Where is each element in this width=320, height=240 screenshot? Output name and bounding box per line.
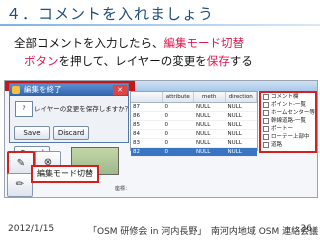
pencil-icon[interactable]: ✏ xyxy=(7,173,33,197)
table-cell: 87 xyxy=(133,104,140,110)
instruction-highlight-edit-mode: 編集モード切替 xyxy=(163,36,245,50)
layer-item[interactable]: ホームセンター等 xyxy=(261,109,315,117)
layer-checkbox[interactable] xyxy=(263,101,269,108)
instruction-part1: 全部コメントを入力したら、 xyxy=(14,36,164,50)
layer-label: ポイント-一覧 xyxy=(271,102,306,108)
layer-item[interactable]: 幹線道路-一覧 xyxy=(261,117,315,125)
attribute-table: attribute meth direction 87 0 NULL NULL 86 0… xyxy=(130,91,258,157)
layer-checkbox[interactable] xyxy=(263,93,269,100)
column-header[interactable]: direction xyxy=(226,92,257,102)
layer-checkbox[interactable] xyxy=(263,133,269,140)
table-cell: NULL xyxy=(227,113,242,119)
save-button[interactable]: Save xyxy=(14,126,50,140)
save-edits-dialog: 編集を終了 ✕ ? レイヤーの変更を保存しますか？ SaveDiscardCan… xyxy=(9,83,132,160)
slide-footer: 2012/1/15 「OSM 研修会 in 河内長野」 南河内地域 OSM 連絡… xyxy=(0,224,320,238)
layer-label: 道路 xyxy=(271,142,283,148)
table-row[interactable]: 85 0 NULL NULL xyxy=(131,121,257,130)
question-icon: ? xyxy=(15,101,33,117)
layer-label: ホームセンター等 xyxy=(271,110,315,116)
table-cell: NULL xyxy=(227,140,242,146)
table-cell: NULL xyxy=(196,140,211,146)
layer-item[interactable]: 道路 xyxy=(261,141,315,149)
layer-label: コメント欄 xyxy=(271,94,299,100)
table-cell: NULL xyxy=(196,122,211,128)
layer-label: ポートー xyxy=(271,126,294,132)
layer-checkbox[interactable] xyxy=(263,117,269,124)
layer-checkbox[interactable] xyxy=(263,141,269,148)
instruction-highlight-save: 保存 xyxy=(206,54,230,68)
table-cell: NULL xyxy=(196,104,211,110)
instruction-highlight-button: ボタン xyxy=(24,54,59,68)
app-screenshot: attribute meth direction 87 0 NULL NULL 86 0… xyxy=(4,80,318,198)
dialog-message-row: ? レイヤーの変更を保存しますか？ xyxy=(10,96,132,118)
title-underline xyxy=(0,24,320,26)
layer-checkbox[interactable] xyxy=(263,109,269,116)
pencil-icon xyxy=(12,86,20,94)
table-cell: 0 xyxy=(164,104,169,110)
edit-mode-callout: 編集モード切替 xyxy=(31,165,99,183)
page-number: 36 xyxy=(300,224,312,234)
table-row[interactable]: 83 0 NULL NULL xyxy=(131,139,257,148)
layer-item[interactable]: ポイント-一覧 xyxy=(261,101,315,109)
instruction-part2: を押して、レイヤーの変更を xyxy=(58,54,207,68)
table-cell: 84 xyxy=(133,131,140,137)
layer-panel: コメント欄 ポイント-一覧 ホームセンター等 幹線道路-一覧 ポートー ローテー… xyxy=(259,91,317,153)
table-row-selected[interactable]: 82 0 NULL NULL xyxy=(131,148,257,157)
table-cell: NULL xyxy=(196,131,211,137)
column-header[interactable]: meth xyxy=(194,92,226,102)
layer-label: ローテー上部中 xyxy=(271,134,310,140)
table-cell: 86 xyxy=(133,113,140,119)
table-cell: 85 xyxy=(133,122,140,128)
layer-item[interactable]: ローテー上部中 xyxy=(261,133,315,141)
table-cell: 0 xyxy=(164,131,169,137)
footer-date: 2012/1/15 xyxy=(8,224,55,234)
table-cell: 0 xyxy=(164,113,169,119)
instruction-part3: する xyxy=(229,54,253,68)
discard-button[interactable]: Discard xyxy=(53,126,89,140)
table-cell: 82 xyxy=(133,149,140,155)
table-cell: NULL xyxy=(227,104,242,110)
table-cell: NULL xyxy=(227,122,242,128)
table-row[interactable]: 87 0 NULL NULL xyxy=(131,103,257,112)
table-cell: 0 xyxy=(164,149,169,155)
column-header[interactable] xyxy=(131,92,163,102)
close-icon[interactable]: ✕ xyxy=(113,85,127,95)
status-bar-text: 座標： xyxy=(115,186,131,192)
layer-checkbox[interactable] xyxy=(263,125,269,132)
instruction-text: 全部コメントを入力したら、編集モード切替 ボタンを押して、レイヤーの変更を保存す… xyxy=(14,34,314,70)
table-cell: 0 xyxy=(164,122,169,128)
footer-event: 「OSM 研修会 in 河内長野」 南河内地域 OSM 連絡会議 xyxy=(88,227,319,237)
layer-item[interactable]: ポートー xyxy=(261,125,315,133)
table-cell: NULL xyxy=(196,149,211,155)
layer-label: 幹線道路-一覧 xyxy=(271,118,306,124)
dialog-title: 編集を終了 xyxy=(24,85,62,94)
slide-title: ４．コメントを入れましょう xyxy=(6,5,215,23)
table-cell: NULL xyxy=(196,113,211,119)
dialog-titlebar: 編集を終了 ✕ xyxy=(10,84,128,96)
table-header: attribute meth direction xyxy=(131,92,257,103)
dialog-message: レイヤーの変更を保存しますか？ xyxy=(34,105,132,113)
table-cell: NULL xyxy=(227,149,242,155)
column-header[interactable]: attribute xyxy=(163,92,194,102)
table-cell: 83 xyxy=(133,140,140,146)
table-cell: 0 xyxy=(164,140,169,146)
layer-item[interactable]: コメント欄 xyxy=(261,93,315,101)
table-row[interactable]: 84 0 NULL NULL xyxy=(131,130,257,139)
table-cell: NULL xyxy=(227,131,242,137)
table-row[interactable]: 86 0 NULL NULL xyxy=(131,112,257,121)
